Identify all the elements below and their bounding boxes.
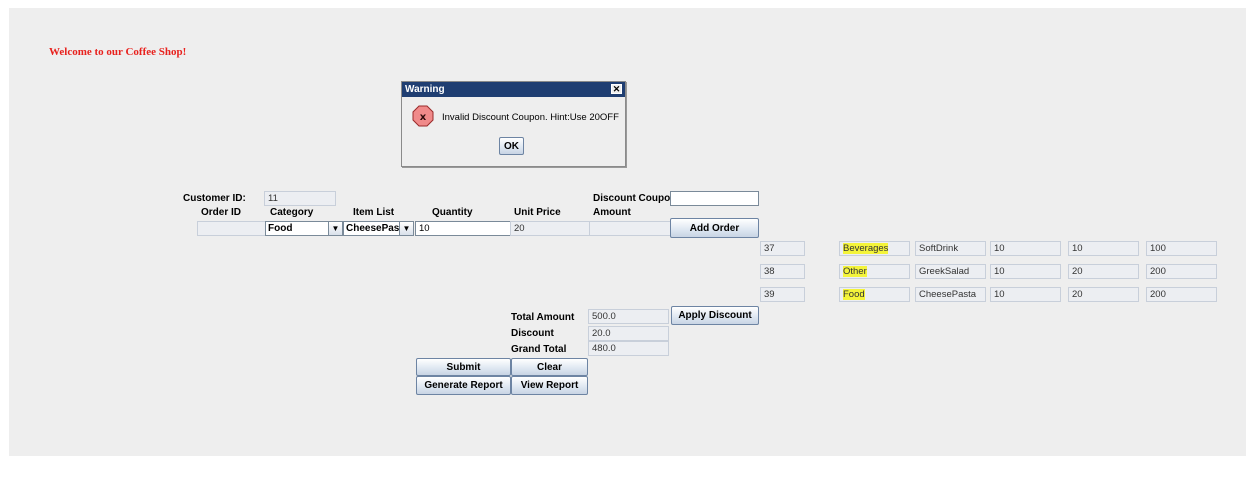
- apply-discount-button[interactable]: Apply Discount: [671, 306, 759, 325]
- ok-button[interactable]: OK: [499, 137, 524, 155]
- category-select-value: Food: [268, 223, 293, 234]
- order-cell-qty[interactable]: 10: [990, 264, 1061, 279]
- order-cell-category[interactable]: Food: [839, 287, 910, 302]
- header-order-id: Order ID: [201, 207, 242, 218]
- customer-id-field[interactable]: 11: [264, 191, 336, 206]
- header-quantity: Quantity: [432, 207, 473, 218]
- close-icon[interactable]: ✕: [611, 84, 622, 94]
- order-cell-price[interactable]: 20: [1068, 264, 1139, 279]
- dialog-title: Warning: [405, 84, 445, 95]
- generate-report-button[interactable]: Generate Report: [416, 376, 511, 395]
- order-cell-amount[interactable]: 200: [1146, 287, 1217, 302]
- dialog-title-bar: Warning ✕: [402, 82, 625, 97]
- amount-field[interactable]: [589, 221, 671, 236]
- chevron-down-icon[interactable]: ▼: [399, 222, 413, 235]
- grand-total-label: Grand Total: [511, 344, 567, 355]
- discount-coupon-label: Discount Coupon: [593, 193, 677, 204]
- chevron-down-icon[interactable]: ▼: [328, 222, 342, 235]
- order-cell-amount[interactable]: 200: [1146, 264, 1217, 279]
- category-select[interactable]: Food ▼: [265, 221, 343, 236]
- discount-field[interactable]: 20.0: [588, 326, 669, 341]
- header-amount: Amount: [593, 207, 631, 218]
- view-report-button[interactable]: View Report: [511, 376, 588, 395]
- discount-label: Discount: [511, 328, 554, 339]
- dialog-message: Invalid Discount Coupon. Hint:Use 20OFF: [442, 112, 619, 123]
- order-cell-id[interactable]: 39: [760, 287, 805, 302]
- order-cell-category[interactable]: Beverages: [839, 241, 910, 256]
- app-window: Welcome to our Coffee Shop! Warning ✕ x …: [9, 8, 1246, 456]
- total-amount-field[interactable]: 500.0: [588, 309, 669, 324]
- order-cell-item[interactable]: CheesePasta: [915, 287, 986, 302]
- order-cell-amount[interactable]: 100: [1146, 241, 1217, 256]
- order-cell-item[interactable]: SoftDrink: [915, 241, 986, 256]
- order-cell-id[interactable]: 38: [760, 264, 805, 279]
- add-order-button[interactable]: Add Order: [670, 218, 759, 238]
- order-id-field[interactable]: [197, 221, 266, 236]
- submit-button[interactable]: Submit: [416, 358, 511, 376]
- order-cell-qty[interactable]: 10: [990, 287, 1061, 302]
- total-amount-label: Total Amount: [511, 312, 575, 323]
- order-category-highlight: Food: [843, 289, 865, 300]
- order-cell-category[interactable]: Other: [839, 264, 910, 279]
- welcome-title: Welcome to our Coffee Shop!: [49, 46, 187, 58]
- order-cell-id[interactable]: 37: [760, 241, 805, 256]
- item-list-select[interactable]: CheesePasta ▼: [343, 221, 414, 236]
- order-category-highlight: Beverages: [843, 243, 889, 254]
- unit-price-field[interactable]: 20: [510, 221, 590, 236]
- customer-id-label: Customer ID:: [183, 193, 246, 204]
- order-cell-price[interactable]: 20: [1068, 287, 1139, 302]
- quantity-input[interactable]: 10: [415, 221, 515, 236]
- svg-text:x: x: [420, 112, 427, 123]
- header-category: Category: [270, 207, 314, 218]
- order-cell-qty[interactable]: 10: [990, 241, 1061, 256]
- header-item-list: Item List: [353, 207, 395, 218]
- clear-button[interactable]: Clear: [511, 358, 588, 376]
- discount-coupon-input[interactable]: [670, 191, 759, 206]
- warning-dialog: Warning ✕ x Invalid Discount Coupon. Hin…: [401, 81, 626, 167]
- header-unit-price: Unit Price: [514, 207, 561, 218]
- order-category-highlight: Other: [843, 266, 867, 277]
- order-cell-item[interactable]: GreekSalad: [915, 264, 986, 279]
- error-icon: x: [412, 105, 434, 127]
- order-cell-price[interactable]: 10: [1068, 241, 1139, 256]
- grand-total-field[interactable]: 480.0: [588, 341, 669, 356]
